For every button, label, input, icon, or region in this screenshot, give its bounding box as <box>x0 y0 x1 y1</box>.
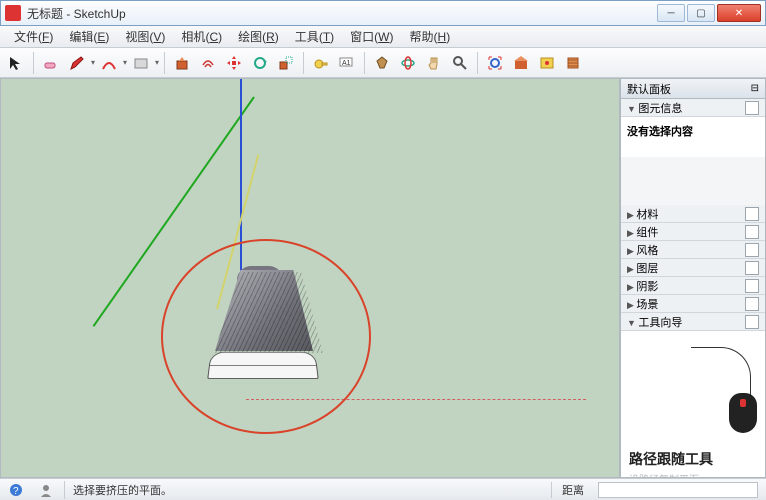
zoom-tool[interactable] <box>448 51 472 75</box>
instructor-content: 路径跟随工具 沿路径复制平面。 工具操作 找到要修改的几何图形的边线，此边线就是… <box>621 331 765 477</box>
menu-camera[interactable]: 相机(C) <box>173 26 230 47</box>
panel-styles[interactable]: ▶ 风格 <box>621 241 765 259</box>
svg-text:?: ? <box>13 486 19 497</box>
status-user-icon[interactable] <box>38 482 54 498</box>
arc-tool[interactable] <box>97 51 121 75</box>
no-selection-text: 没有选择内容 <box>627 123 759 139</box>
instructor-tool-name: 路径跟随工具 <box>629 449 757 469</box>
menu-edit[interactable]: 编辑(E) <box>61 26 117 47</box>
ext-tool[interactable] <box>535 51 559 75</box>
work-area: 默认面板 ⊟ ▼ 图元信息 没有选择内容 ▶ 材料 ▶ 组件 ▶ 风格 ▶ 图层… <box>0 78 766 478</box>
move-tool[interactable] <box>222 51 246 75</box>
main-toolbar: ▾ ▾ ▾ A1 <box>0 48 766 78</box>
window-titlebar: 无标题 - SketchUp ─ ▢ ✕ <box>0 0 766 26</box>
warehouse-tool[interactable] <box>509 51 533 75</box>
close-panel-icon[interactable] <box>745 101 759 115</box>
window-title: 无标题 - SketchUp <box>27 5 126 22</box>
window-controls: ─ ▢ ✕ <box>657 4 761 22</box>
status-hint: 选择要挤压的平面。 <box>69 482 172 498</box>
instructor-image <box>629 341 759 441</box>
offset-tool[interactable] <box>196 51 220 75</box>
app-icon <box>5 5 21 21</box>
scale-tool[interactable] <box>274 51 298 75</box>
zoomext-tool[interactable] <box>483 51 507 75</box>
maximize-button[interactable]: ▢ <box>687 4 715 22</box>
panel-scenes[interactable]: ▶ 场景 <box>621 295 765 313</box>
panel-layers[interactable]: ▶ 图层 <box>621 259 765 277</box>
panel-entity-info[interactable]: ▼ 图元信息 <box>621 99 765 117</box>
instructor-subtitle: 沿路径复制平面。 <box>629 471 757 477</box>
default-tray: 默认面板 ⊟ ▼ 图元信息 没有选择内容 ▶ 材料 ▶ 组件 ▶ 风格 ▶ 图层… <box>620 78 766 478</box>
menu-file[interactable]: 文件(F) <box>6 26 61 47</box>
menu-draw[interactable]: 绘图(R) <box>230 26 287 47</box>
svg-text:A1: A1 <box>342 60 351 67</box>
rotate-tool[interactable] <box>248 51 272 75</box>
minimize-button[interactable]: ─ <box>657 4 685 22</box>
model-object[interactable] <box>213 264 328 379</box>
status-bar: ? 选择要挤压的平面。 距离 <box>0 478 766 500</box>
menu-view[interactable]: 视图(V) <box>117 26 173 47</box>
orbit-tool[interactable] <box>396 51 420 75</box>
panel-material[interactable]: ▶ 材料 <box>621 205 765 223</box>
menu-help[interactable]: 帮助(H) <box>402 26 459 47</box>
tray-header[interactable]: 默认面板 ⊟ <box>621 79 765 99</box>
tray-title: 默认面板 <box>627 81 671 97</box>
menu-bar: 文件(F) 编辑(E) 视图(V) 相机(C) 绘图(R) 工具(T) 窗口(W… <box>0 26 766 48</box>
tray-pin-icon[interactable]: ⊟ <box>751 83 759 94</box>
entity-info-content: 没有选择内容 <box>621 117 765 157</box>
select-tool[interactable] <box>4 51 28 75</box>
pushpull-tool[interactable] <box>170 51 194 75</box>
panel-shadows[interactable]: ▶ 阴影 <box>621 277 765 295</box>
menu-tools[interactable]: 工具(T) <box>287 26 342 47</box>
panel-instructor[interactable]: ▼ 工具向导 <box>621 313 765 331</box>
eraser-tool[interactable] <box>39 51 63 75</box>
paint-tool[interactable] <box>370 51 394 75</box>
distance-input[interactable] <box>598 482 758 498</box>
pencil-tool[interactable] <box>65 51 89 75</box>
status-help-icon[interactable]: ? <box>8 482 24 498</box>
shapes-tool[interactable] <box>129 51 153 75</box>
tape-tool[interactable] <box>309 51 333 75</box>
menu-window[interactable]: 窗口(W) <box>342 26 401 47</box>
close-button[interactable]: ✕ <box>717 4 761 22</box>
panel-components[interactable]: ▶ 组件 <box>621 223 765 241</box>
distance-label: 距离 <box>551 482 594 498</box>
pan-tool[interactable] <box>422 51 446 75</box>
lib-tool[interactable] <box>561 51 585 75</box>
text-tool[interactable]: A1 <box>335 51 359 75</box>
3d-viewport[interactable] <box>0 78 620 478</box>
